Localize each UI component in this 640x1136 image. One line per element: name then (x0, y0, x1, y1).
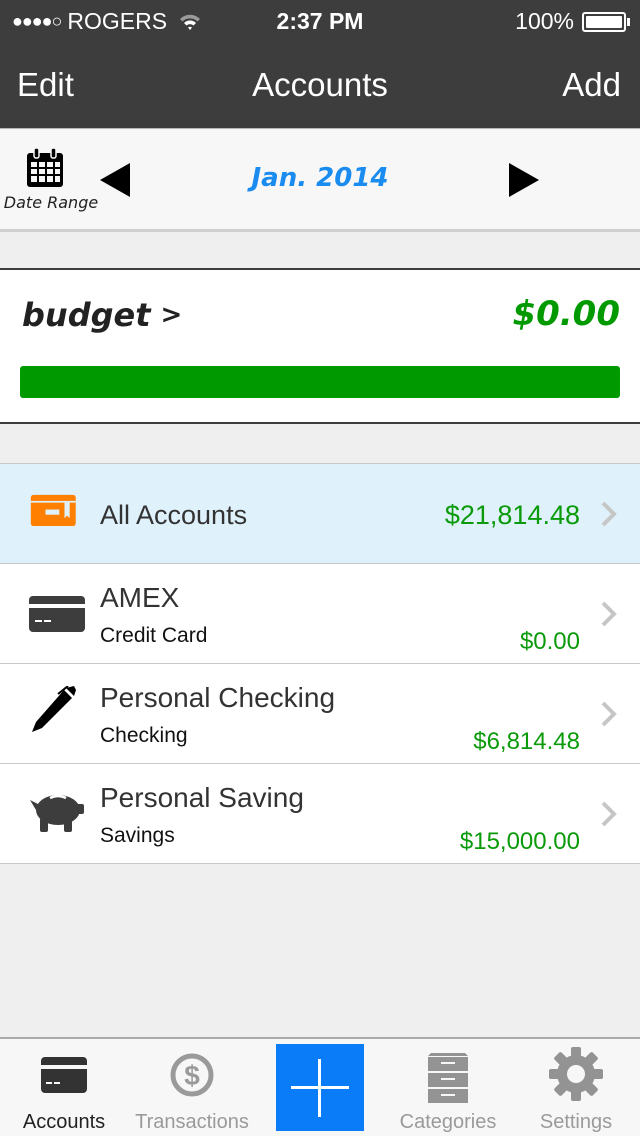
account-row[interactable]: Personal Saving Savings $15,000.00 (0, 764, 640, 864)
navigation-bar: Edit Accounts Add (0, 56, 640, 112)
budget-progress-bar (20, 366, 620, 398)
credit-card-icon (29, 596, 85, 632)
date-range-label: Date Range (3, 193, 99, 212)
battery-tip (627, 17, 630, 26)
account-row[interactable]: Personal Checking Checking $6,814.48 (0, 664, 640, 764)
budget-progress-fill (20, 366, 620, 398)
tab-settings[interactable]: Settings (512, 1039, 640, 1136)
pen-icon (32, 686, 76, 732)
account-amount: $21,814.48 (444, 500, 580, 530)
budget-title[interactable]: budget > (22, 296, 182, 334)
account-amount: $15,000.00 (459, 828, 580, 855)
chevron-right-icon (601, 801, 617, 827)
chevron-right-icon (601, 501, 617, 527)
battery-icon (582, 11, 626, 32)
dollar-circle-icon: $ (170, 1053, 214, 1097)
chevron-right-icon (601, 701, 617, 727)
gear-icon (549, 1047, 603, 1101)
account-type: Savings (100, 824, 175, 847)
account-name: Personal Checking (100, 682, 336, 713)
accounts-screen: ●●●●○ ROGERS 2:37 PM 100% Edit Accounts … (0, 0, 640, 1136)
battery-indicator: 100% (515, 8, 630, 35)
next-period-button[interactable] (509, 163, 539, 197)
add-transaction-button[interactable] (276, 1044, 364, 1131)
account-name: AMEX (100, 582, 180, 613)
piggy-bank-icon (30, 794, 84, 832)
account-name: Personal Saving (100, 782, 304, 813)
tab-accounts[interactable]: Accounts (0, 1039, 128, 1136)
tab-categories[interactable]: Categories (384, 1039, 512, 1136)
budget-title-text: budget (22, 296, 151, 334)
chevron-right-icon (601, 601, 617, 627)
chevron-right-icon: > (160, 300, 183, 330)
account-row[interactable]: AMEX Credit Card $0.00 (0, 564, 640, 664)
account-name: All Accounts (100, 500, 248, 530)
accounts-list: All Accounts $21,814.48 AMEX Credit Card… (0, 463, 640, 864)
battery-percent: 100% (515, 8, 574, 34)
tab-label: Transactions (135, 1111, 249, 1133)
status-bar: ●●●●○ ROGERS 2:37 PM 100% (0, 0, 640, 40)
tab-label: Accounts (22, 1111, 106, 1133)
tab-transactions[interactable]: $ Transactions (128, 1039, 256, 1136)
account-amount: $0.00 (519, 628, 580, 655)
budget-section[interactable]: budget > $0.00 (0, 268, 640, 424)
account-type: Credit Card (100, 624, 208, 647)
add-button[interactable]: Add (562, 66, 621, 104)
svg-text:$: $ (184, 1060, 200, 1091)
all-accounts-row[interactable]: All Accounts $21,814.48 (0, 464, 640, 564)
plus-icon-vertical (318, 1059, 321, 1117)
tab-label: Settings (539, 1111, 613, 1133)
account-type: Checking (100, 724, 188, 747)
date-range-bar: Date Range Jan. 2014 (0, 128, 640, 232)
wallet-icon (30, 494, 76, 526)
top-bar: ●●●●○ ROGERS 2:37 PM 100% Edit Accounts … (0, 0, 640, 128)
file-cabinet-icon (428, 1053, 468, 1103)
page-title: Accounts (252, 66, 388, 103)
budget-amount: $0.00 (512, 294, 620, 334)
tab-label: Categories (399, 1111, 497, 1133)
account-amount: $6,814.48 (473, 728, 580, 755)
tab-bar: Accounts $ Transactions Categories Setti… (0, 1037, 640, 1136)
current-period-label: Jan. 2014 (251, 163, 389, 193)
credit-card-icon (41, 1057, 87, 1093)
